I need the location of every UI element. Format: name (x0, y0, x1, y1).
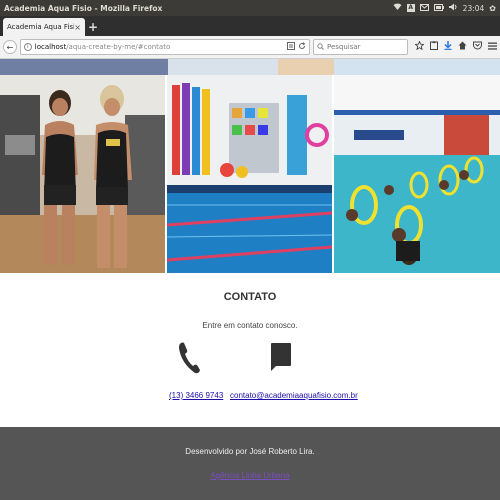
pool-equipment-photo-image (167, 75, 332, 273)
page-viewport: CONTATO Entre em contato conosco. (13) 3… (0, 59, 500, 500)
toolbar-icons (414, 40, 497, 53)
mail-icon[interactable] (419, 3, 429, 13)
home-icon[interactable] (458, 41, 467, 53)
system-tray: A 23:04 ✿ (393, 3, 496, 13)
contact-section: CONTATO Entre em contato conosco. (13) 3… (0, 273, 500, 427)
gym-photo-image (0, 75, 165, 273)
bookmark-star-icon[interactable] (414, 40, 425, 53)
tab-academia-aqua-fisio[interactable]: Academia Aqua Fisio × (3, 18, 85, 36)
keyboard-layout-icon[interactable]: A (406, 4, 415, 12)
url-path: /aqua-create-by-me/#contato (66, 43, 171, 51)
reader-view-icon[interactable] (287, 42, 295, 52)
phone-link[interactable]: (13) 3466 9743 (169, 391, 223, 400)
search-bar[interactable] (313, 39, 408, 55)
download-icon[interactable] (444, 41, 452, 53)
email-link[interactable]: contato@academiaaquafisio.com.br (230, 391, 358, 400)
tab-title: Academia Aqua Fisio (7, 23, 75, 31)
strip-segment-right (334, 59, 500, 75)
strip-segment-accent (278, 59, 334, 75)
photo-gallery (0, 75, 500, 273)
pool-equipment-photo (167, 75, 332, 273)
reload-icon[interactable] (298, 42, 306, 52)
settings-gear-icon[interactable]: ✿ (489, 4, 496, 13)
clipboard-icon[interactable] (430, 41, 438, 53)
battery-icon[interactable] (433, 3, 444, 13)
window-title: Academia Aqua Fisio - Mozilla Firefox (4, 3, 163, 13)
strip-segment-left (0, 59, 168, 75)
back-button[interactable]: ← (3, 40, 17, 54)
footer-credit: Desenvolvido por José Roberto Lira. (185, 447, 315, 456)
close-tab-icon[interactable]: × (74, 23, 81, 32)
url-text[interactable]: localhost/aqua-create-by-me/#contato (35, 43, 284, 51)
menu-hamburger-icon[interactable] (488, 42, 497, 53)
url-host: localhost (34, 43, 67, 51)
volume-icon[interactable] (448, 3, 458, 13)
info-icon[interactable]: i (23, 43, 32, 51)
gym-photo (0, 75, 165, 273)
tab-strip: Academia Aqua Fisio × + (0, 16, 500, 36)
chat-icon (270, 341, 292, 377)
footer: Desenvolvido por José Roberto Lira. Agên… (0, 427, 500, 500)
search-icon (317, 42, 324, 52)
aqua-class-photo (334, 75, 500, 273)
phone-icon (178, 341, 200, 379)
previous-section-strip (0, 59, 500, 75)
new-tab-button[interactable]: + (85, 18, 101, 36)
contact-subtitle: Entre em contato conosco. (202, 321, 298, 330)
pocket-icon[interactable] (473, 41, 482, 53)
footer-agency-link[interactable]: Agência Linha Urbana (0, 471, 500, 480)
navigation-bar: ← i localhost/aqua-create-by-me/#contato (0, 36, 500, 59)
aqua-class-photo-image (334, 75, 500, 273)
search-input[interactable] (327, 43, 405, 51)
url-bar[interactable]: i localhost/aqua-create-by-me/#contato (19, 39, 310, 55)
page-scrollbar[interactable] (496, 59, 500, 500)
clock[interactable]: 23:04 (463, 4, 485, 13)
os-top-bar: Academia Aqua Fisio - Mozilla Firefox A … (0, 0, 500, 16)
strip-segment-middle (168, 59, 278, 75)
wifi-icon[interactable] (393, 3, 402, 13)
contact-title: CONTATO (223, 291, 277, 303)
